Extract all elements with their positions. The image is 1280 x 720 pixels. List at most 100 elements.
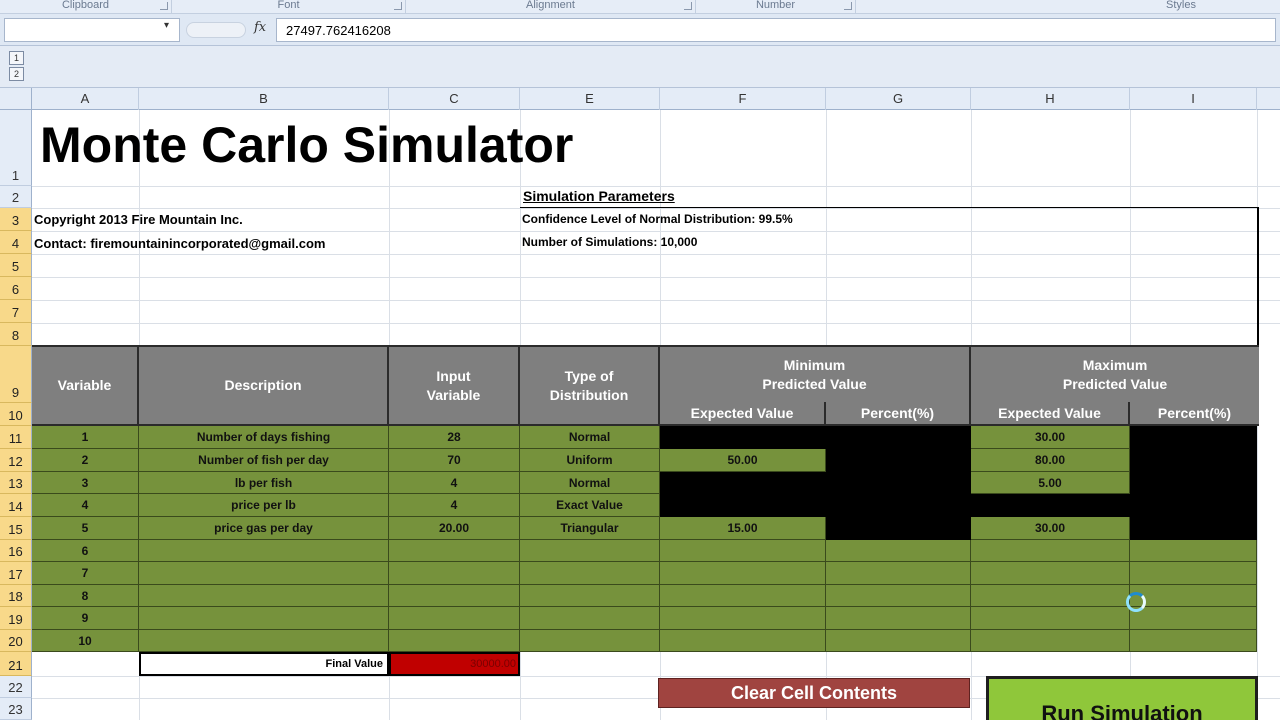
- min-percent-cell[interactable]: [826, 562, 971, 585]
- number-of-simulations-text[interactable]: Number of Simulations: 10,000: [522, 235, 697, 249]
- input-variable-cell[interactable]: [389, 540, 520, 562]
- header-description[interactable]: Description: [139, 347, 389, 424]
- min-percent-cell[interactable]: [826, 607, 971, 630]
- min-percent-cell[interactable]: [826, 540, 971, 562]
- ribbon-group-alignment[interactable]: Alignment: [406, 0, 696, 14]
- ribbon-group-number[interactable]: Number: [696, 0, 856, 14]
- not-applicable-cell[interactable]: [826, 472, 971, 494]
- row-header[interactable]: 16: [0, 540, 32, 562]
- row-header[interactable]: 2: [0, 186, 32, 208]
- row-header[interactable]: 20: [0, 630, 32, 652]
- not-applicable-cell[interactable]: [971, 494, 1130, 517]
- outline-level-1-button[interactable]: 1: [9, 51, 24, 65]
- max-percent-cell[interactable]: [1130, 607, 1257, 630]
- row-header[interactable]: 9: [0, 346, 32, 403]
- variable-cell[interactable]: 6: [32, 540, 139, 562]
- max-expected-value-cell[interactable]: [971, 540, 1130, 562]
- variable-cell[interactable]: 9: [32, 607, 139, 630]
- description-cell[interactable]: [139, 585, 389, 607]
- max-expected-value-cell[interactable]: 30.00: [971, 426, 1130, 449]
- not-applicable-cell[interactable]: [660, 494, 826, 517]
- variable-cell[interactable]: 5: [32, 517, 139, 540]
- not-applicable-cell[interactable]: [660, 472, 826, 494]
- column-header-c[interactable]: C: [389, 88, 520, 110]
- row-header[interactable]: 8: [0, 323, 32, 346]
- max-expected-value-cell[interactable]: 80.00: [971, 449, 1130, 472]
- input-variable-cell[interactable]: [389, 585, 520, 607]
- row-header[interactable]: 5: [0, 254, 32, 277]
- dialog-launcher-icon[interactable]: [160, 2, 168, 10]
- max-expected-value-cell[interactable]: 30.00: [971, 517, 1130, 540]
- input-variable-cell[interactable]: 28: [389, 426, 520, 449]
- header-type-of-distribution[interactable]: Type of Distribution: [520, 347, 660, 424]
- ribbon-group-font[interactable]: Font: [172, 0, 406, 14]
- variable-cell[interactable]: 2: [32, 449, 139, 472]
- not-applicable-cell[interactable]: [1130, 449, 1257, 472]
- min-expected-value-cell[interactable]: [660, 562, 826, 585]
- sheet-title[interactable]: Monte Carlo Simulator: [40, 114, 573, 176]
- row-header[interactable]: 14: [0, 494, 32, 517]
- final-value-label[interactable]: Final Value: [139, 652, 389, 676]
- min-expected-value-cell[interactable]: [660, 585, 826, 607]
- max-percent-cell[interactable]: [1130, 585, 1257, 607]
- name-box[interactable]: [4, 18, 180, 42]
- min-expected-value-cell[interactable]: [660, 540, 826, 562]
- column-header-h[interactable]: H: [971, 88, 1130, 110]
- copyright-text[interactable]: Copyright 2013 Fire Mountain Inc.: [34, 212, 243, 227]
- not-applicable-cell[interactable]: [1130, 426, 1257, 449]
- column-header-g[interactable]: G: [826, 88, 971, 110]
- dialog-launcher-icon[interactable]: [844, 2, 852, 10]
- header-maximum-predicted-value[interactable]: Maximum Predicted Value: [971, 347, 1259, 402]
- row-header[interactable]: 6: [0, 277, 32, 300]
- description-cell[interactable]: [139, 540, 389, 562]
- description-cell[interactable]: [139, 630, 389, 652]
- max-expected-value-cell[interactable]: 5.00: [971, 472, 1130, 494]
- column-header-f[interactable]: F: [660, 88, 826, 110]
- distribution-cell[interactable]: [520, 630, 660, 652]
- not-applicable-cell[interactable]: [826, 494, 971, 517]
- final-value-cell[interactable]: 30000.00: [389, 652, 520, 676]
- min-percent-cell[interactable]: [826, 585, 971, 607]
- max-expected-value-cell[interactable]: [971, 562, 1130, 585]
- distribution-cell[interactable]: Triangular: [520, 517, 660, 540]
- column-header-b[interactable]: B: [139, 88, 389, 110]
- description-cell[interactable]: Number of days fishing: [139, 426, 389, 449]
- not-applicable-cell[interactable]: [1130, 472, 1257, 494]
- variable-cell[interactable]: 4: [32, 494, 139, 517]
- row-header[interactable]: 21: [0, 652, 32, 676]
- not-applicable-cell[interactable]: [1130, 494, 1257, 517]
- input-variable-cell[interactable]: 70: [389, 449, 520, 472]
- description-cell[interactable]: [139, 607, 389, 630]
- max-percent-cell[interactable]: [1130, 540, 1257, 562]
- dialog-launcher-icon[interactable]: [684, 2, 692, 10]
- variable-cell[interactable]: 8: [32, 585, 139, 607]
- column-header-i[interactable]: I: [1130, 88, 1257, 110]
- not-applicable-cell[interactable]: [826, 517, 971, 540]
- description-cell[interactable]: price gas per day: [139, 517, 389, 540]
- description-cell[interactable]: price per lb: [139, 494, 389, 517]
- description-cell[interactable]: Number of fish per day: [139, 449, 389, 472]
- row-header[interactable]: 3: [0, 208, 32, 231]
- row-header[interactable]: 11: [0, 426, 32, 449]
- description-cell[interactable]: [139, 562, 389, 585]
- ribbon-group-clipboard[interactable]: Clipboard: [0, 0, 172, 14]
- row-header[interactable]: 22: [0, 676, 32, 698]
- row-header[interactable]: 1: [0, 110, 32, 186]
- outline-level-2-button[interactable]: 2: [9, 67, 24, 81]
- min-percent-cell[interactable]: [826, 630, 971, 652]
- header-max-percent[interactable]: Percent(%): [1130, 402, 1259, 424]
- row-header[interactable]: 19: [0, 607, 32, 630]
- header-min-expected-value[interactable]: Expected Value: [660, 402, 826, 424]
- distribution-cell[interactable]: Normal: [520, 472, 660, 494]
- input-variable-cell[interactable]: [389, 562, 520, 585]
- clear-cell-contents-button[interactable]: Clear Cell Contents: [658, 678, 970, 708]
- row-header[interactable]: 15: [0, 517, 32, 540]
- max-expected-value-cell[interactable]: [971, 585, 1130, 607]
- distribution-cell[interactable]: Exact Value: [520, 494, 660, 517]
- row-header[interactable]: 18: [0, 585, 32, 607]
- simulation-parameters-heading[interactable]: Simulation Parameters: [523, 188, 675, 204]
- distribution-cell[interactable]: [520, 585, 660, 607]
- run-simulation-button[interactable]: Run Simulation: [986, 676, 1258, 720]
- header-minimum-predicted-value[interactable]: Minimum Predicted Value: [660, 347, 971, 402]
- contact-text[interactable]: Contact: firemountainincorporated@gmail.…: [34, 236, 325, 251]
